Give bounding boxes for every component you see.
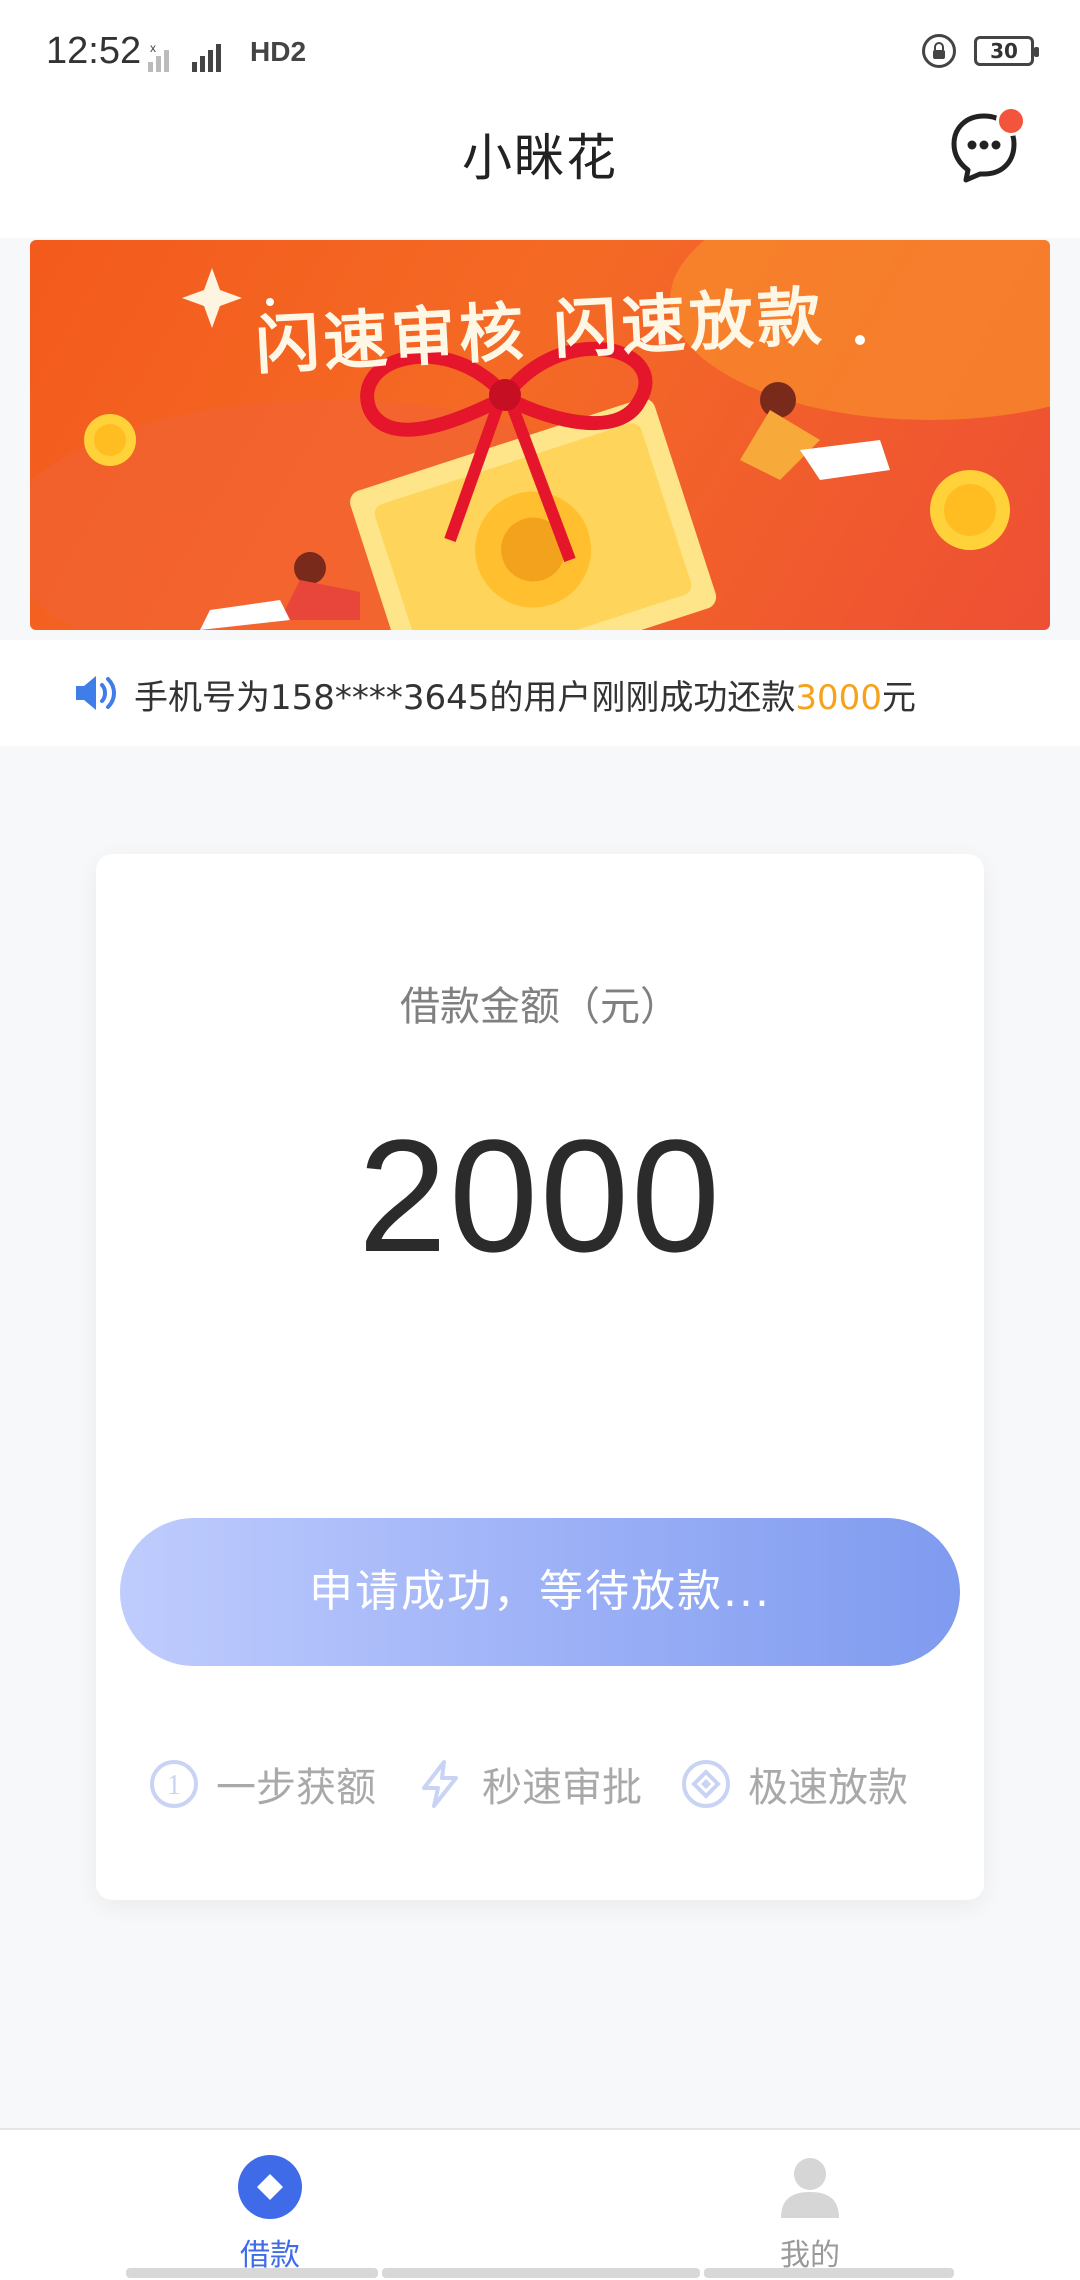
- signal-strength-icon: x: [148, 41, 221, 72]
- nav-bar-segment: [382, 2268, 700, 2278]
- message-button[interactable]: [946, 106, 1026, 184]
- page-title: 小眯花: [462, 129, 618, 187]
- feature-fast-payout: 极速放款: [680, 1755, 908, 1813]
- feature-fast-approval: 秒速审批: [414, 1755, 642, 1813]
- apply-status-button[interactable]: 申请成功，等待放款...: [120, 1518, 960, 1666]
- feature-label: 一步获额: [216, 1765, 376, 1811]
- feature-one-step: 1 一步获额: [148, 1755, 376, 1813]
- notification-badge: [996, 106, 1026, 136]
- nav-bar-segment: [704, 2268, 954, 2278]
- notice-bar: 手机号为158****3645的用户刚刚成功还款3000元: [0, 640, 1080, 746]
- loan-card: 借款金额（元） 2000 申请成功，等待放款... 1 一步获额 秒速审批 极速…: [96, 854, 984, 1900]
- bottom-tab-bar: 借款 我的: [0, 2128, 1080, 2280]
- svg-text:x: x: [150, 41, 156, 55]
- tab-loan[interactable]: 借款: [170, 2154, 370, 2274]
- app-header: 小眯花: [0, 104, 1080, 238]
- battery-icon: 30: [974, 36, 1039, 66]
- hd-indicator: HD2: [250, 36, 307, 67]
- notice-prefix: 手机号为158****3645的用户刚刚成功还款: [134, 678, 796, 718]
- notice-suffix: 元: [881, 678, 916, 718]
- app-screen: 12:52 x HD2 30 小眯花 闪速审核 闪速放款 手机号为158****…: [0, 0, 1080, 2280]
- notice-amount: 3000: [795, 678, 882, 718]
- status-time: 12:52: [46, 30, 142, 72]
- tab-mine[interactable]: 我的: [710, 2154, 910, 2274]
- user-icon: [781, 2158, 839, 2218]
- rotation-lock-icon: [922, 34, 956, 68]
- nav-bar-segment: [126, 2268, 378, 2278]
- notice-text: 手机号为158****3645的用户刚刚成功还款3000元: [134, 670, 916, 719]
- battery-level: 30: [990, 39, 1018, 63]
- loan-amount-label: 借款金额（元）: [400, 984, 680, 1030]
- feature-list: 1 一步获额 秒速审批 极速放款: [148, 1754, 948, 1814]
- diamond-circle-icon: [682, 1760, 730, 1808]
- speaker-icon: [76, 676, 116, 710]
- feature-label: 极速放款: [748, 1765, 908, 1811]
- lightning-icon: [422, 1760, 458, 1808]
- status-right: 30: [922, 34, 1039, 68]
- loan-diamond-icon: [238, 2155, 302, 2219]
- loan-amount-value: 2000: [358, 1106, 722, 1285]
- svg-text:1: 1: [167, 1770, 181, 1801]
- status-bar: 12:52 x HD2 30: [0, 0, 1080, 104]
- number-one-circle-icon: 1: [150, 1760, 198, 1808]
- signal-icons: x: [146, 34, 236, 74]
- feature-label: 秒速审批: [482, 1765, 642, 1811]
- promo-banner[interactable]: 闪速审核 闪速放款: [30, 240, 1050, 630]
